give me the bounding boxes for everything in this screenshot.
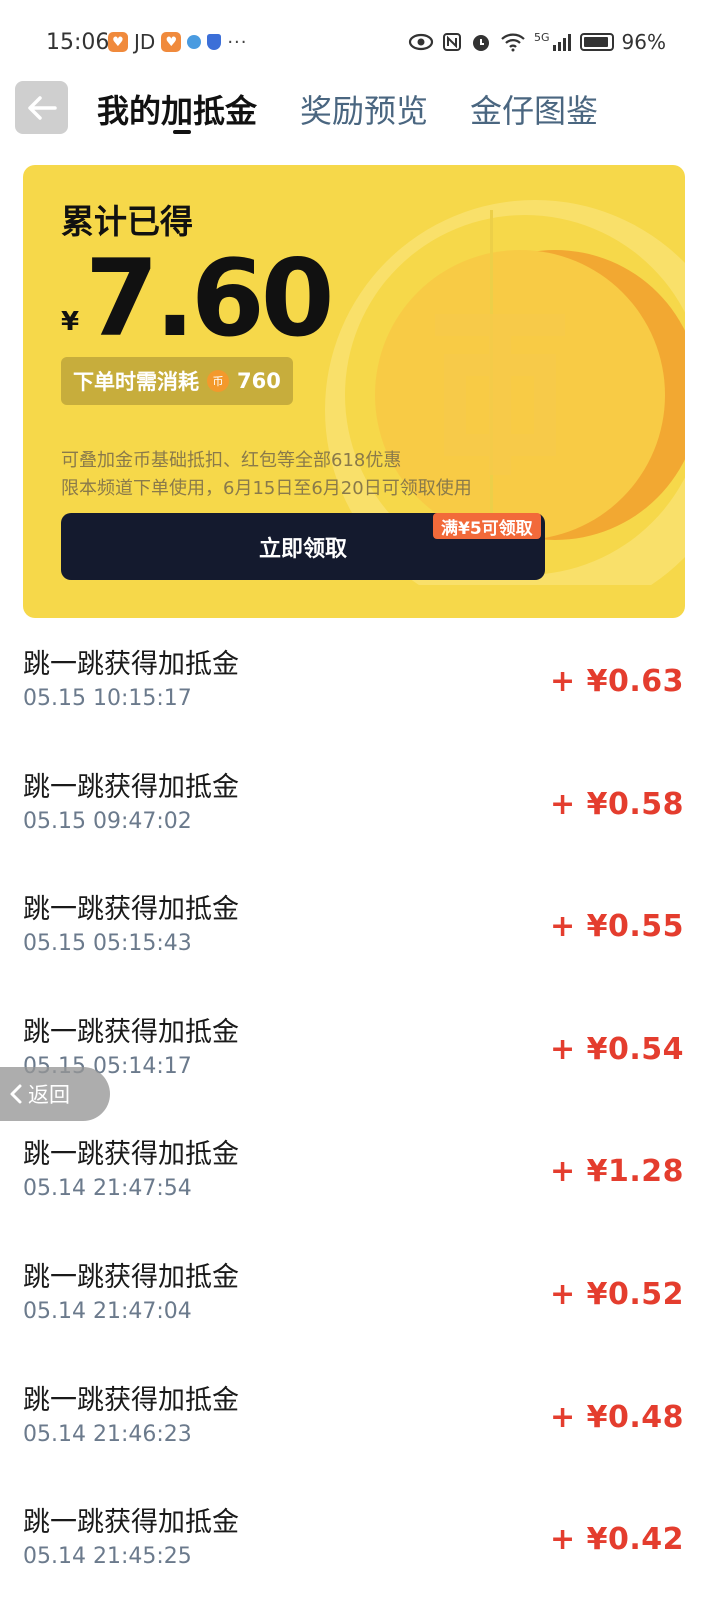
more-notifications-icon: ··· xyxy=(227,31,248,53)
record-title: 跳一跳获得加抵金 xyxy=(23,1139,239,1171)
app-notification-icon: ♥ xyxy=(108,32,128,52)
record-time: 05.15 10:15:17 xyxy=(23,686,192,711)
record-time: 05.14 21:47:04 xyxy=(23,1298,192,1324)
battery-percent: 96% xyxy=(621,30,666,54)
tab-collection[interactable]: 金仔图鉴 xyxy=(470,86,598,132)
alarm-icon xyxy=(473,35,490,51)
record-amount: + ¥0.55 xyxy=(550,909,684,945)
earnings-card: 累计已得 ¥ 7.60 下单时需消耗 币 760 可叠加金币基础抵扣、红包等全部… xyxy=(23,165,685,618)
record-time: 05.14 21:45:25 xyxy=(23,1544,192,1570)
shield-icon xyxy=(207,34,222,50)
eye-icon xyxy=(408,33,434,51)
list-item: 跳一跳获得加抵金 05.15 05:15:43 + ¥0.55 xyxy=(0,875,720,998)
record-title: 跳一跳获得加抵金 xyxy=(23,1016,239,1048)
signal-icon xyxy=(552,34,571,51)
total-amount: 7.60 xyxy=(85,237,335,360)
list-item: 跳一跳获得加抵金 05.14 21:46:23 + ¥0.48 xyxy=(0,1366,720,1489)
record-time: 05.15 05:15:43 xyxy=(23,931,192,957)
record-title: 跳一跳获得加抵金 xyxy=(23,1384,239,1416)
status-bar: 15:06 ♥ JD ♥ ··· 5G 96% xyxy=(0,0,720,80)
record-amount: + ¥0.63 xyxy=(550,664,684,699)
currency-symbol: ¥ xyxy=(61,307,80,337)
list-item: 跳一跳获得加抵金 05.14 21:45:25 + ¥0.42 xyxy=(0,1488,720,1598)
consume-value: 760 xyxy=(237,369,281,393)
record-amount: + ¥0.58 xyxy=(550,786,684,822)
status-left-icons: ♥ JD ♥ ··· xyxy=(108,30,247,54)
consume-requirement-pill: 下单时需消耗 币 760 xyxy=(61,357,293,405)
usage-note-line2: 限本频道下单使用，6月15日至6月20日可领取使用 xyxy=(61,478,472,499)
battery-icon xyxy=(579,33,614,51)
consume-label: 下单时需消耗 xyxy=(73,370,199,394)
list-item: 跳一跳获得加抵金 05.15 09:47:02 + ¥0.58 xyxy=(0,753,720,876)
status-time: 15:06 xyxy=(46,30,110,55)
tab-my-deduction[interactable]: 我的加抵金 xyxy=(97,86,257,132)
record-amount: + ¥0.42 xyxy=(550,1522,684,1558)
arrow-left-icon xyxy=(27,95,57,120)
floating-back-button[interactable]: 返回 xyxy=(0,1067,110,1121)
record-time: 05.14 21:46:23 xyxy=(23,1421,192,1447)
tab-reward-preview[interactable]: 奖励预览 xyxy=(300,86,428,132)
record-title: 跳一跳获得加抵金 xyxy=(23,649,239,680)
chevron-left-icon xyxy=(10,1084,22,1104)
coin-icon: 币 xyxy=(207,370,229,392)
floating-back-label: 返回 xyxy=(28,1083,70,1107)
nfc-icon xyxy=(443,33,462,51)
usage-note-line1: 可叠加金币基础抵扣、红包等全部618优惠 xyxy=(61,450,402,471)
record-time: 05.15 09:47:02 xyxy=(23,808,192,834)
wifi-icon xyxy=(501,33,525,52)
header: 我的加抵金 奖励预览 金仔图鉴 xyxy=(0,76,720,146)
record-time: 05.14 21:47:54 xyxy=(23,1176,192,1202)
back-button[interactable] xyxy=(15,81,68,134)
status-right-icons: 5G 96% xyxy=(408,30,666,54)
network-type: 5G xyxy=(534,30,550,44)
app-notification-icon-3 xyxy=(187,35,202,49)
jd-notification-text: JD xyxy=(134,30,156,54)
list-item: 跳一跳获得加抵金 05.14 21:47:04 + ¥0.52 xyxy=(0,1243,720,1366)
active-tab-indicator xyxy=(173,130,191,134)
record-amount: + ¥1.28 xyxy=(550,1154,684,1190)
claim-threshold-badge: 满¥5可领取 xyxy=(433,513,541,539)
list-item: 跳一跳获得加抵金 05.14 21:47:54 + ¥1.28 xyxy=(0,1120,720,1243)
record-amount: + ¥0.54 xyxy=(550,1031,684,1067)
earnings-record-list: 跳一跳获得加抵金 05.15 10:15:17 + ¥0.63 跳一跳获得加抵金… xyxy=(0,630,720,1598)
record-title: 跳一跳获得加抵金 xyxy=(23,771,239,803)
list-item: 跳一跳获得加抵金 05.15 10:15:17 + ¥0.63 xyxy=(0,630,720,753)
app-notification-icon-2: ♥ xyxy=(161,32,182,52)
record-title: 跳一跳获得加抵金 xyxy=(23,1261,239,1293)
total-earned-label: 累计已得 xyxy=(61,202,193,241)
record-title: 跳一跳获得加抵金 xyxy=(23,1507,239,1539)
record-title: 跳一跳获得加抵金 xyxy=(23,894,239,926)
record-amount: + ¥0.48 xyxy=(550,1399,684,1435)
record-amount: + ¥0.52 xyxy=(550,1276,684,1312)
